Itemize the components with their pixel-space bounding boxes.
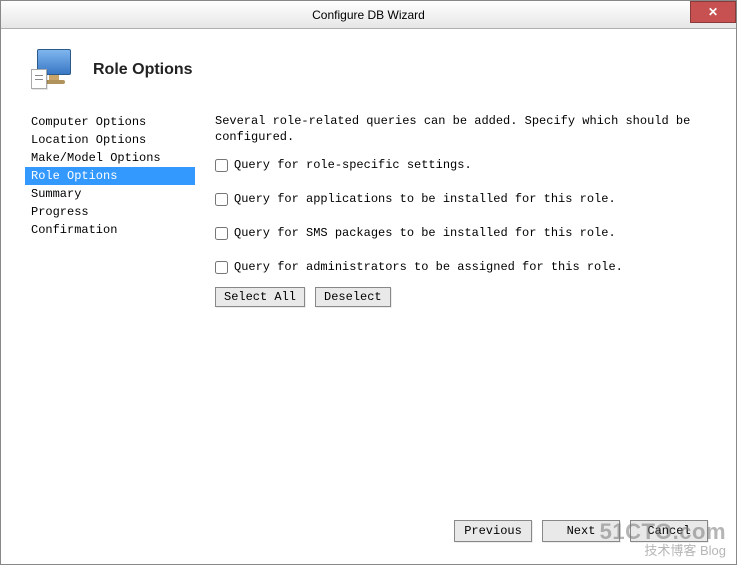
instruction-text: Several role-related queries can be adde… [215, 113, 712, 145]
close-button[interactable]: ✕ [690, 1, 736, 23]
computer-icon [31, 47, 77, 93]
window-title: Configure DB Wizard [312, 8, 425, 22]
select-all-button[interactable]: Select All [215, 287, 305, 307]
checkbox-applications[interactable] [215, 193, 228, 206]
cancel-button[interactable]: Cancel [630, 520, 708, 542]
sidebar-item-make-model-options[interactable]: Make/Model Options [25, 149, 195, 167]
deselect-button[interactable]: Deselect [315, 287, 391, 307]
checkbox-label: Query for SMS packages to be installed f… [234, 225, 616, 241]
page-title: Role Options [93, 61, 193, 79]
checkbox-row-sms-packages: Query for SMS packages to be installed f… [215, 225, 712, 241]
checkbox-label: Query for role-specific settings. [234, 157, 472, 173]
wizard-footer: Previous Next Cancel [454, 520, 708, 542]
sidebar-item-summary[interactable]: Summary [25, 185, 195, 203]
checkbox-label: Query for applications to be installed f… [234, 191, 616, 207]
wizard-steps-sidebar: Computer Options Location Options Make/M… [25, 113, 195, 307]
checkbox-row-applications: Query for applications to be installed f… [215, 191, 712, 207]
checkbox-role-settings[interactable] [215, 159, 228, 172]
select-buttons-row: Select All Deselect [215, 287, 712, 307]
main-panel: Several role-related queries can be adde… [215, 113, 712, 307]
wizard-body: Role Options Computer Options Location O… [1, 29, 736, 564]
checkbox-row-role-settings: Query for role-specific settings. [215, 157, 712, 173]
checkbox-row-administrators: Query for administrators to be assigned … [215, 259, 712, 275]
checkbox-label: Query for administrators to be assigned … [234, 259, 623, 275]
sidebar-item-confirmation[interactable]: Confirmation [25, 221, 195, 239]
close-icon: ✕ [708, 5, 718, 19]
sidebar-item-role-options[interactable]: Role Options [25, 167, 195, 185]
previous-button[interactable]: Previous [454, 520, 532, 542]
sidebar-item-location-options[interactable]: Location Options [25, 131, 195, 149]
sidebar-item-progress[interactable]: Progress [25, 203, 195, 221]
checkbox-sms-packages[interactable] [215, 227, 228, 240]
next-button[interactable]: Next [542, 520, 620, 542]
title-bar: Configure DB Wizard ✕ [1, 1, 736, 29]
header: Role Options [31, 47, 712, 93]
checkbox-administrators[interactable] [215, 261, 228, 274]
sidebar-item-computer-options[interactable]: Computer Options [25, 113, 195, 131]
watermark-line2: 技术博客 Blog [600, 544, 726, 558]
